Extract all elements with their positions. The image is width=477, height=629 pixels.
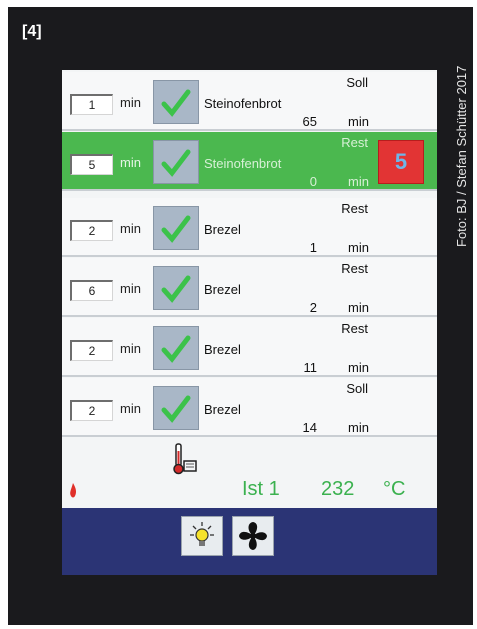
confirm-button[interactable]: [153, 326, 199, 370]
flame-icon: [70, 483, 77, 498]
time-field[interactable]: 6: [70, 280, 113, 301]
product-name: Brezel: [204, 402, 241, 417]
check-icon: [161, 215, 191, 243]
time-field[interactable]: 1: [70, 94, 113, 115]
state-label: Soll: [346, 75, 368, 90]
value-unit: min: [348, 420, 369, 435]
remaining-value: 2: [309, 300, 317, 315]
state-label: Rest: [341, 201, 368, 216]
time-unit: min: [120, 281, 141, 296]
bottom-toolbar: [62, 508, 437, 575]
product-name: Brezel: [204, 342, 241, 357]
light-button[interactable]: [181, 516, 223, 556]
product-name: Brezel: [204, 222, 241, 237]
confirm-button[interactable]: [153, 386, 199, 430]
remaining-value: 11: [303, 360, 318, 375]
confirm-button[interactable]: [153, 140, 199, 184]
state-label: Rest: [341, 261, 368, 276]
check-icon: [161, 275, 191, 303]
program-row-active: 5 min Steinofenbrot Rest 0 min 5: [62, 132, 437, 191]
time-field[interactable]: 2: [70, 340, 113, 361]
check-icon: [161, 149, 191, 177]
product-name: Steinofenbrot: [204, 156, 282, 171]
value-unit: min: [348, 174, 369, 189]
program-row: 1 min Steinofenbrot Soll 65 min: [62, 72, 437, 131]
slot-number-badge[interactable]: 5: [378, 140, 424, 184]
remaining-value: 0: [309, 174, 317, 189]
time-unit: min: [120, 401, 141, 416]
light-icon: [190, 522, 214, 546]
time-unit: min: [120, 341, 141, 356]
figure-label: [4]: [22, 23, 42, 40]
temperature-unit: °C: [383, 478, 406, 500]
time-field[interactable]: 5: [70, 154, 113, 175]
value-unit: min: [348, 300, 369, 315]
remaining-value: 1: [309, 240, 317, 255]
check-icon: [161, 89, 191, 117]
fan-icon: [239, 522, 267, 550]
value-unit: min: [348, 240, 369, 255]
check-icon: [161, 335, 191, 363]
product-name: Steinofenbrot: [204, 96, 282, 111]
remaining-value: 14: [302, 420, 317, 435]
program-row: 2 min Brezel Rest 11 min: [62, 318, 437, 377]
time-field[interactable]: 2: [70, 400, 113, 421]
remaining-value: 65: [302, 114, 317, 129]
program-row: 2 min Brezel Rest 1 min: [62, 198, 437, 257]
fan-button[interactable]: [232, 516, 274, 556]
check-icon: [161, 395, 191, 423]
state-label: Rest: [341, 135, 368, 150]
actual-sensor-label: Ist 1: [242, 478, 280, 500]
confirm-button[interactable]: [153, 266, 199, 310]
time-unit: min: [120, 155, 141, 170]
confirm-button[interactable]: [153, 206, 199, 250]
time-field[interactable]: 2: [70, 220, 113, 241]
time-unit: min: [120, 221, 141, 236]
program-row: 2 min Brezel Soll 14 min: [62, 378, 437, 437]
state-label: Rest: [341, 321, 368, 336]
product-name: Brezel: [204, 282, 241, 297]
oven-control-screen: 1 min Steinofenbrot Soll 65 min 5 min St…: [62, 70, 437, 575]
confirm-button[interactable]: [153, 80, 199, 124]
value-unit: min: [348, 114, 369, 129]
photo-credit-text: Foto: BJ / Stefan Schütter 2017: [454, 65, 469, 247]
thermometer-icon: [173, 443, 197, 475]
program-row: 6 min Brezel Rest 2 min: [62, 258, 437, 317]
temperature-value: 232: [321, 478, 355, 500]
value-unit: min: [348, 360, 369, 375]
time-unit: min: [120, 95, 141, 110]
state-label: Soll: [346, 381, 368, 396]
